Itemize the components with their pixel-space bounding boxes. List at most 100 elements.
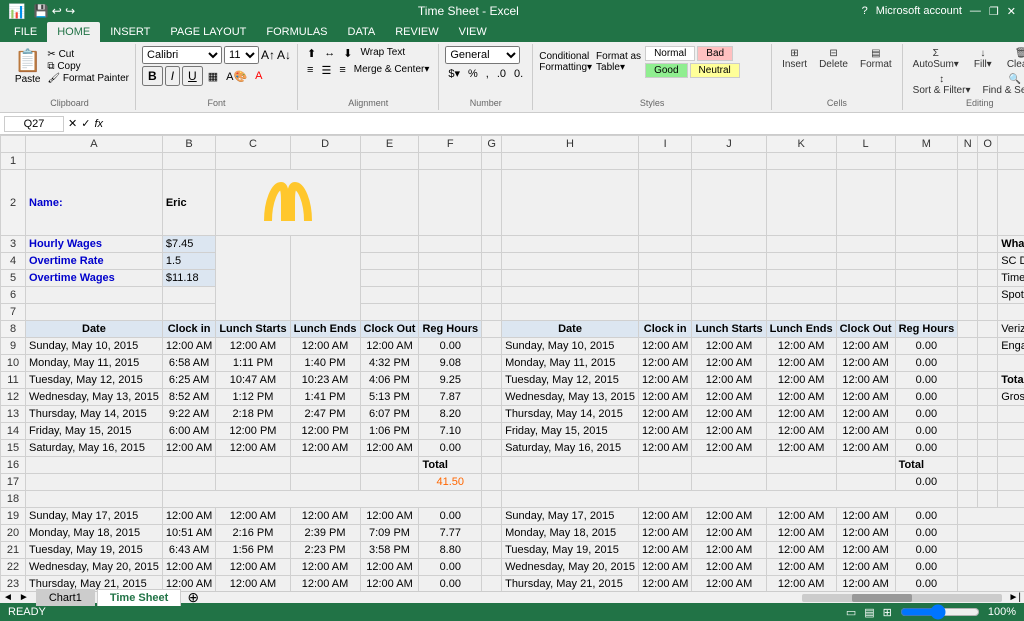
cell-h16[interactable] bbox=[502, 457, 639, 474]
cell-n3[interactable] bbox=[958, 236, 978, 253]
row-header-7[interactable]: 7 bbox=[1, 304, 26, 321]
cell-c21[interactable]: 1:56 PM bbox=[216, 542, 290, 559]
cell-b10[interactable]: 6:58 AM bbox=[162, 355, 215, 372]
cell-e8[interactable]: Clock Out bbox=[360, 321, 419, 338]
cell-g2[interactable] bbox=[482, 170, 502, 236]
cell-h14[interactable]: Friday, May 15, 2015 bbox=[502, 423, 639, 440]
cell-l6[interactable] bbox=[836, 287, 895, 304]
cell-o6[interactable] bbox=[978, 287, 998, 304]
account-label[interactable]: Microsoft account bbox=[876, 5, 962, 18]
tab-timesheet[interactable]: Time Sheet bbox=[97, 589, 182, 606]
cell-l23[interactable]: 12:00 AM bbox=[836, 576, 895, 592]
cell-d11[interactable]: 10:23 AM bbox=[290, 372, 360, 389]
cell-c12[interactable]: 1:12 PM bbox=[216, 389, 290, 406]
cell-e11[interactable]: 4:06 PM bbox=[360, 372, 419, 389]
cell-n1[interactable] bbox=[958, 153, 978, 170]
cell-b8[interactable]: Clock in bbox=[162, 321, 215, 338]
cell-n15[interactable] bbox=[958, 440, 978, 457]
cell-c14[interactable]: 12:00 PM bbox=[216, 423, 290, 440]
cell-c2[interactable] bbox=[216, 170, 360, 236]
cell-p15[interactable] bbox=[998, 440, 1024, 457]
cell-k20[interactable]: 12:00 AM bbox=[766, 525, 836, 542]
cell-e6[interactable] bbox=[360, 287, 419, 304]
cell-d13[interactable]: 2:47 PM bbox=[290, 406, 360, 423]
cell-e21[interactable]: 3:58 PM bbox=[360, 542, 419, 559]
cell-m9[interactable]: 0.00 bbox=[895, 338, 958, 355]
cell-h17[interactable] bbox=[502, 474, 639, 491]
cell-n14[interactable] bbox=[958, 423, 978, 440]
cell-a3[interactable]: Hourly Wages bbox=[26, 236, 163, 253]
row-header-16[interactable]: 16 bbox=[1, 457, 26, 474]
cell-l11[interactable]: 12:00 AM bbox=[836, 372, 895, 389]
cell-m11[interactable]: 0.00 bbox=[895, 372, 958, 389]
cell-m5[interactable] bbox=[895, 270, 958, 287]
cell-h10[interactable]: Monday, May 11, 2015 bbox=[502, 355, 639, 372]
cell-l2[interactable] bbox=[836, 170, 895, 236]
col-header-g[interactable]: G bbox=[482, 136, 502, 153]
cell-m10[interactable]: 0.00 bbox=[895, 355, 958, 372]
cell-g19[interactable] bbox=[482, 508, 502, 525]
merge-center-button[interactable]: Merge & Center▾ bbox=[351, 63, 433, 78]
cell-g5[interactable] bbox=[482, 270, 502, 287]
sort-filter-button[interactable]: ↕ Sort & Filter▾ bbox=[909, 72, 975, 98]
cell-n12[interactable] bbox=[958, 389, 978, 406]
cell-i16[interactable] bbox=[638, 457, 691, 474]
close-button[interactable]: ✕ bbox=[1007, 5, 1016, 18]
cell-e20[interactable]: 7:09 PM bbox=[360, 525, 419, 542]
cell-a17[interactable] bbox=[26, 474, 163, 491]
border-button[interactable]: ▦ bbox=[205, 69, 221, 84]
tab-view[interactable]: VIEW bbox=[449, 22, 497, 42]
cell-rest22[interactable] bbox=[958, 559, 1024, 576]
cell-e22[interactable]: 12:00 AM bbox=[360, 559, 419, 576]
cell-j13[interactable]: 12:00 AM bbox=[692, 406, 766, 423]
cell-j14[interactable]: 12:00 AM bbox=[692, 423, 766, 440]
cell-a11[interactable]: Tuesday, May 12, 2015 bbox=[26, 372, 163, 389]
cell-n10[interactable] bbox=[958, 355, 978, 372]
cell-f8[interactable]: Reg Hours bbox=[419, 321, 482, 338]
cell-p11[interactable]: Total bbox=[998, 372, 1024, 389]
align-top-button[interactable]: ⬆ bbox=[304, 46, 319, 61]
cell-e2[interactable] bbox=[360, 170, 419, 236]
italic-button[interactable]: I bbox=[165, 66, 180, 86]
cell-p1[interactable] bbox=[998, 153, 1024, 170]
cell-f11[interactable]: 9.25 bbox=[419, 372, 482, 389]
row-header-13[interactable]: 13 bbox=[1, 406, 26, 423]
row-header-10[interactable]: 10 bbox=[1, 355, 26, 372]
bold-button[interactable]: B bbox=[142, 66, 163, 86]
row-header-18[interactable]: 18 bbox=[1, 491, 26, 508]
cell-o15[interactable] bbox=[978, 440, 998, 457]
cell-n18[interactable] bbox=[958, 491, 978, 508]
cell-n9[interactable] bbox=[958, 338, 978, 355]
cell-o2[interactable] bbox=[978, 170, 998, 236]
find-select-button[interactable]: 🔍 Find & Select▾ bbox=[978, 72, 1024, 98]
cell-p3[interactable]: What bbox=[998, 236, 1024, 253]
cell-b19[interactable]: 12:00 AM bbox=[162, 508, 215, 525]
cell-k19[interactable]: 12:00 AM bbox=[766, 508, 836, 525]
tab-data[interactable]: DATA bbox=[338, 22, 386, 42]
cell-h15[interactable]: Saturday, May 16, 2015 bbox=[502, 440, 639, 457]
delete-button[interactable]: ⊟ Delete bbox=[815, 46, 852, 72]
cell-f17[interactable]: 41.50 bbox=[419, 474, 482, 491]
cell-n13[interactable] bbox=[958, 406, 978, 423]
formula-fx[interactable]: fx bbox=[94, 118, 103, 130]
col-header-a[interactable]: A bbox=[26, 136, 163, 153]
paste-button[interactable]: 📋 Paste bbox=[10, 46, 45, 87]
maximize-button[interactable]: ❐ bbox=[989, 5, 999, 18]
cell-f21[interactable]: 8.80 bbox=[419, 542, 482, 559]
cell-j4[interactable] bbox=[692, 253, 766, 270]
cell-i8[interactable]: Clock in bbox=[638, 321, 691, 338]
cell-rest21[interactable] bbox=[958, 542, 1024, 559]
cell-g21[interactable] bbox=[482, 542, 502, 559]
cell-j3[interactable] bbox=[692, 236, 766, 253]
cell-f2[interactable] bbox=[419, 170, 482, 236]
cell-a6[interactable] bbox=[26, 287, 163, 304]
cell-k13[interactable]: 12:00 AM bbox=[766, 406, 836, 423]
cell-p10[interactable] bbox=[998, 355, 1024, 372]
font-size-select[interactable]: 11 bbox=[224, 46, 259, 64]
cell-j22[interactable]: 12:00 AM bbox=[692, 559, 766, 576]
row-header-14[interactable]: 14 bbox=[1, 423, 26, 440]
cell-j17[interactable] bbox=[692, 474, 766, 491]
cell-d7[interactable] bbox=[419, 304, 482, 321]
cell-j5[interactable] bbox=[692, 270, 766, 287]
cell-k8[interactable]: Lunch Ends bbox=[766, 321, 836, 338]
